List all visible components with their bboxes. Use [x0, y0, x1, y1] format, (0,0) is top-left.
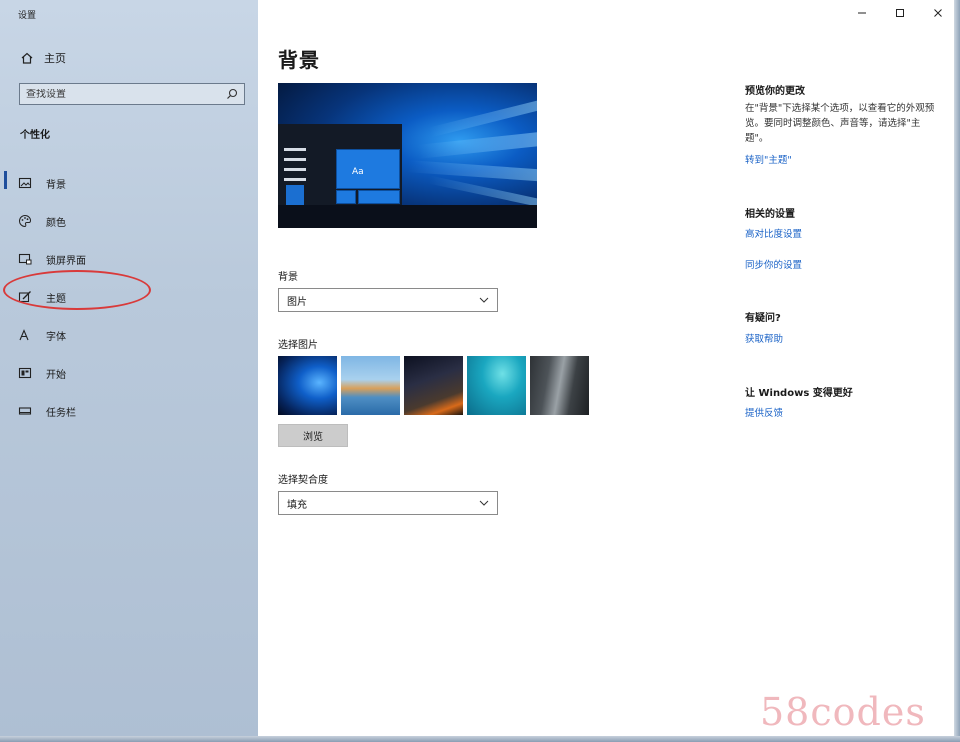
preview-taskbar: [278, 205, 537, 228]
thumbnail-night-sky[interactable]: [404, 356, 463, 415]
preview-light-beam: [407, 160, 537, 182]
preview-tile: [336, 190, 356, 204]
feedback-link[interactable]: 提供反馈: [745, 405, 783, 419]
thumbnail-beach-rock[interactable]: [341, 356, 400, 415]
sidebar-item-background[interactable]: 背景: [0, 164, 258, 202]
help-link[interactable]: 获取帮助: [745, 331, 783, 345]
themes-link[interactable]: 转到"主题": [745, 152, 792, 166]
maximize-icon: [896, 9, 904, 17]
thumbnail-underwater[interactable]: [467, 356, 526, 415]
window-controls: [854, 5, 946, 21]
preview-tile: [336, 149, 400, 189]
home-nav[interactable]: 主页: [20, 50, 66, 66]
close-button[interactable]: [930, 5, 946, 21]
preview-heading: 预览你的更改: [745, 86, 805, 97]
brush-icon: [18, 291, 31, 303]
minimize-icon: [858, 12, 866, 14]
sidebar-item-label: 主题: [46, 293, 66, 305]
font-icon: [19, 329, 29, 341]
choose-picture-label: 选择图片: [278, 340, 318, 351]
app-title: 设置: [18, 11, 37, 21]
sidebar: 设置 主页 个性化 背景 颜色: [0, 0, 258, 742]
sidebar-item-label: 任务栏: [46, 407, 76, 419]
thumbnail-windows-light[interactable]: [278, 356, 337, 415]
feedback-heading: 让 Windows 变得更好: [745, 388, 853, 399]
search-icon[interactable]: [226, 88, 238, 100]
nav-list: 背景 颜色 锁屏界面 主题 字体 开始 任务栏: [0, 164, 258, 430]
preview-light-beam: [428, 98, 537, 138]
sync-link[interactable]: 同步你的设置: [745, 257, 802, 271]
search-box[interactable]: [19, 83, 245, 105]
home-icon: [21, 52, 33, 64]
palette-icon: [19, 214, 32, 228]
sidebar-item-label: 字体: [46, 331, 66, 343]
sidebar-item-start[interactable]: 开始: [0, 354, 258, 392]
window-border-bottom: [0, 736, 960, 742]
sidebar-item-label: 背景: [46, 179, 66, 191]
sidebar-item-label: 颜色: [46, 217, 66, 229]
sidebar-item-colors[interactable]: 颜色: [0, 202, 258, 240]
sidebar-item-label: 开始: [46, 369, 66, 381]
preview-tile-text: Aa: [352, 167, 364, 177]
sidebar-item-label: 锁屏界面: [46, 255, 86, 267]
close-icon: [934, 9, 942, 17]
preview-light-beam: [428, 175, 537, 209]
fit-value: 填充: [287, 499, 307, 511]
chevron-down-icon: [479, 297, 489, 303]
lock-screen-icon: [18, 253, 32, 265]
maximize-button[interactable]: [892, 5, 908, 21]
thumbnail-cliff[interactable]: [530, 356, 589, 415]
preview-description: 在"背景"下选择某个选项，以查看它的外观预览。要同时调整颜色、声音等，请选择"主…: [745, 103, 935, 144]
home-label: 主页: [44, 52, 66, 65]
sidebar-item-taskbar[interactable]: 任务栏: [0, 392, 258, 430]
search-input[interactable]: [26, 88, 226, 100]
window-border: [954, 0, 960, 742]
background-value: 图片: [287, 296, 307, 308]
background-preview: Aa: [278, 83, 537, 228]
watermark: 58codes: [760, 690, 926, 734]
picture-thumbnails: [278, 356, 589, 415]
contrast-link[interactable]: 高对比度设置: [745, 226, 802, 240]
minimize-button[interactable]: [854, 5, 870, 21]
sidebar-item-themes[interactable]: 主题: [0, 278, 258, 316]
preview-app-list: [284, 148, 306, 188]
sidebar-item-fonts[interactable]: 字体: [0, 316, 258, 354]
taskbar-icon: [18, 407, 32, 415]
chevron-down-icon: [479, 500, 489, 506]
fit-dropdown[interactable]: 填充: [278, 491, 498, 515]
browse-button[interactable]: 浏览: [278, 424, 348, 447]
preview-tile: [358, 190, 400, 204]
picture-icon: [18, 177, 32, 189]
question-heading: 有疑问?: [745, 313, 781, 324]
fit-label: 选择契合度: [278, 475, 328, 486]
page-title: 背景: [278, 48, 320, 72]
background-label: 背景: [278, 272, 298, 283]
section-title: 个性化: [20, 130, 50, 141]
background-dropdown[interactable]: 图片: [278, 288, 498, 312]
sidebar-item-lock-screen[interactable]: 锁屏界面: [0, 240, 258, 278]
related-heading: 相关的设置: [745, 209, 795, 220]
start-icon: [18, 367, 32, 379]
